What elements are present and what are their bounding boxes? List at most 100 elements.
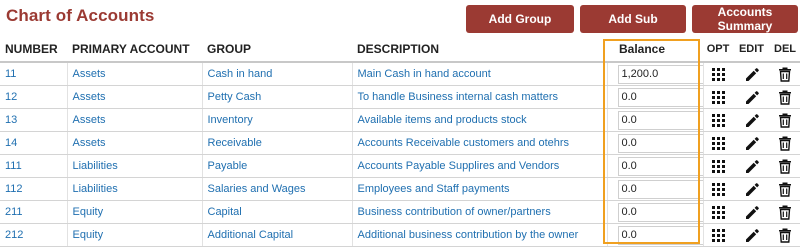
header-number[interactable]: NUMBER bbox=[0, 37, 67, 63]
delete-cell[interactable] bbox=[770, 62, 800, 86]
primary-account[interactable]: Assets bbox=[67, 85, 203, 109]
delete-cell[interactable] bbox=[770, 223, 800, 247]
edit-cell[interactable] bbox=[733, 154, 770, 178]
group-name[interactable]: Petty Cash bbox=[202, 85, 353, 109]
opt-cell[interactable] bbox=[703, 223, 734, 247]
trash-icon[interactable] bbox=[770, 135, 800, 151]
grid-dots-icon[interactable] bbox=[704, 136, 734, 150]
edit-cell[interactable] bbox=[733, 177, 770, 201]
account-number[interactable]: 12 bbox=[0, 85, 68, 109]
edit-cell[interactable] bbox=[733, 85, 770, 109]
opt-cell[interactable] bbox=[703, 200, 734, 224]
primary-account[interactable]: Assets bbox=[67, 108, 203, 132]
edit-cell[interactable] bbox=[733, 108, 770, 132]
add-group-button[interactable]: Add Group bbox=[466, 5, 574, 33]
accounts-summary-button[interactable]: Accounts Summary bbox=[692, 5, 798, 33]
grid-dots-icon[interactable] bbox=[704, 159, 734, 173]
group-name[interactable]: Receivable bbox=[202, 131, 353, 155]
opt-cell[interactable] bbox=[703, 154, 734, 178]
account-number[interactable]: 212 bbox=[0, 223, 68, 247]
primary-account[interactable]: Equity bbox=[67, 200, 203, 224]
account-description[interactable]: Business contribution of owner/partners bbox=[352, 200, 608, 224]
group-name[interactable]: Additional Capital bbox=[202, 223, 353, 247]
account-description[interactable]: Additional business contribution by the … bbox=[352, 223, 608, 247]
opt-cell[interactable] bbox=[703, 108, 734, 132]
header-del: DEL bbox=[770, 37, 800, 63]
delete-cell[interactable] bbox=[770, 131, 800, 155]
account-description[interactable]: Accounts Receivable customers and otehrs bbox=[352, 131, 608, 155]
account-description[interactable]: Available items and products stock bbox=[352, 108, 608, 132]
trash-icon[interactable] bbox=[770, 181, 800, 197]
primary-account[interactable]: Liabilities bbox=[67, 177, 203, 201]
grid-dots-icon[interactable] bbox=[704, 90, 734, 104]
header-description[interactable]: DESCRIPTION bbox=[352, 37, 607, 63]
primary-account[interactable]: Liabilities bbox=[67, 154, 203, 178]
pencil-icon[interactable] bbox=[733, 158, 770, 174]
account-description[interactable]: Accounts Payable Supplires and Vendors bbox=[352, 154, 608, 178]
accounts-table: NUMBER PRIMARY ACCOUNT GROUP DESCRIPTION… bbox=[0, 37, 800, 247]
opt-cell[interactable] bbox=[703, 62, 733, 86]
delete-cell[interactable] bbox=[770, 200, 800, 224]
header-group[interactable]: GROUP bbox=[202, 37, 352, 63]
trash-icon[interactable] bbox=[770, 112, 800, 128]
group-name[interactable]: Capital bbox=[202, 200, 353, 224]
header-balance[interactable]: Balance bbox=[607, 37, 703, 63]
delete-cell[interactable] bbox=[770, 85, 800, 109]
trash-icon[interactable] bbox=[770, 204, 800, 220]
account-number[interactable]: 111 bbox=[0, 154, 68, 178]
grid-dots-icon[interactable] bbox=[704, 205, 734, 219]
pencil-icon[interactable] bbox=[733, 135, 770, 151]
table-row: 111 Liabilities Payable Accounts Payable Su… bbox=[0, 154, 800, 178]
pencil-icon[interactable] bbox=[733, 204, 770, 220]
pencil-icon[interactable] bbox=[733, 89, 770, 105]
pencil-icon[interactable] bbox=[733, 227, 770, 243]
account-number[interactable]: 13 bbox=[0, 108, 68, 132]
balance-value[interactable]: 0.0 bbox=[617, 156, 702, 176]
edit-cell[interactable] bbox=[733, 223, 770, 247]
pencil-icon[interactable] bbox=[733, 66, 770, 82]
delete-cell[interactable] bbox=[770, 108, 800, 132]
group-name[interactable]: Cash in hand bbox=[202, 62, 353, 86]
group-name[interactable]: Inventory bbox=[202, 108, 353, 132]
balance-value[interactable]: 0.0 bbox=[617, 87, 702, 107]
account-number[interactable]: 112 bbox=[0, 177, 68, 201]
account-description[interactable]: To handle Business internal cash matters bbox=[352, 85, 608, 109]
edit-cell[interactable] bbox=[733, 62, 770, 86]
opt-cell[interactable] bbox=[703, 131, 734, 155]
group-name[interactable]: Salaries and Wages bbox=[202, 177, 353, 201]
account-description[interactable]: Employees and Staff payments bbox=[352, 177, 608, 201]
balance-value[interactable]: 1,200.0 bbox=[617, 64, 702, 84]
balance-value[interactable]: 0.0 bbox=[617, 179, 702, 199]
trash-icon[interactable] bbox=[770, 158, 800, 174]
trash-icon[interactable] bbox=[770, 66, 800, 82]
balance-value[interactable]: 0.0 bbox=[617, 133, 702, 153]
account-number[interactable]: 211 bbox=[0, 200, 68, 224]
group-name[interactable]: Payable bbox=[202, 154, 353, 178]
primary-account[interactable]: Assets bbox=[67, 131, 203, 155]
delete-cell[interactable] bbox=[770, 154, 800, 178]
add-sub-button[interactable]: Add Sub bbox=[580, 5, 686, 33]
delete-cell[interactable] bbox=[770, 177, 800, 201]
header-primary-account[interactable]: PRIMARY ACCOUNT bbox=[67, 37, 202, 63]
primary-account[interactable]: Assets bbox=[67, 62, 203, 86]
grid-dots-icon[interactable] bbox=[704, 113, 734, 127]
edit-cell[interactable] bbox=[733, 200, 770, 224]
edit-cell[interactable] bbox=[733, 131, 770, 155]
pencil-icon[interactable] bbox=[733, 112, 770, 128]
grid-dots-icon[interactable] bbox=[704, 67, 734, 81]
table-row: 13 Assets Inventory Available items and pro… bbox=[0, 108, 800, 132]
trash-icon[interactable] bbox=[770, 227, 800, 243]
account-number[interactable]: 11 bbox=[0, 62, 68, 86]
primary-account[interactable]: Equity bbox=[67, 223, 203, 247]
balance-value[interactable]: 0.0 bbox=[617, 110, 702, 130]
trash-icon[interactable] bbox=[770, 89, 800, 105]
account-description[interactable]: Main Cash in hand account bbox=[352, 62, 608, 86]
pencil-icon[interactable] bbox=[733, 181, 770, 197]
balance-value[interactable]: 0.0 bbox=[617, 202, 702, 222]
opt-cell[interactable] bbox=[703, 85, 734, 109]
opt-cell[interactable] bbox=[703, 177, 734, 201]
grid-dots-icon[interactable] bbox=[704, 182, 734, 196]
balance-value[interactable]: 0.0 bbox=[617, 225, 702, 245]
account-number[interactable]: 14 bbox=[0, 131, 68, 155]
grid-dots-icon[interactable] bbox=[704, 228, 734, 242]
